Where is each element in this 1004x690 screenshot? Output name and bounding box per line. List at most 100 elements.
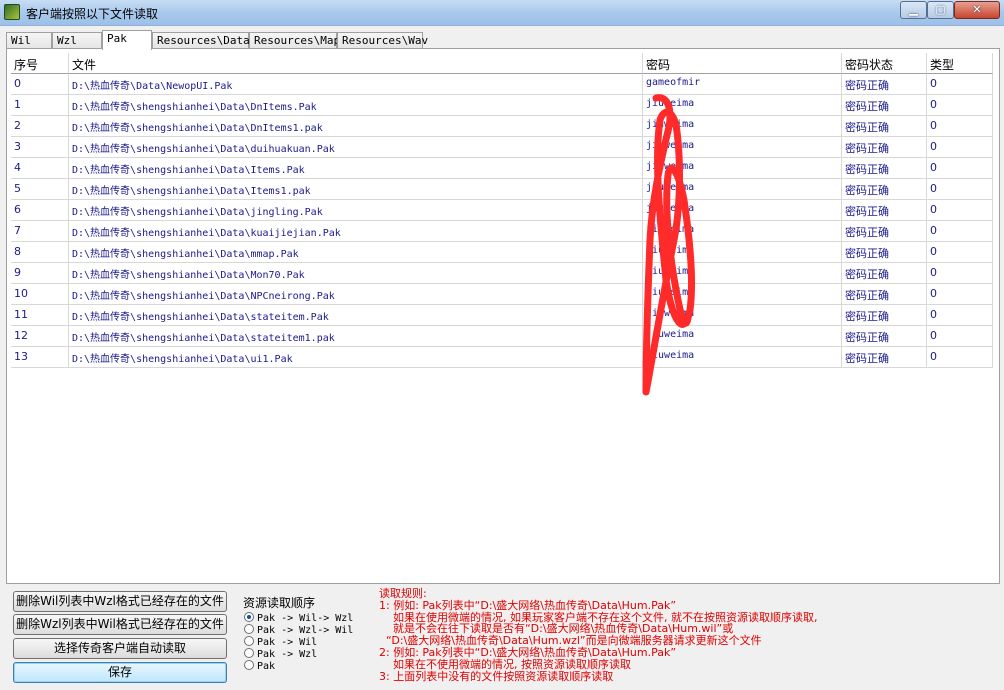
cell-index[interactable]: 12 [11, 326, 69, 347]
cell-password[interactable]: jiuweima [643, 221, 842, 242]
save-button[interactable]: 保存 [13, 662, 227, 683]
header-password[interactable]: 密码 [643, 53, 842, 74]
header-file[interactable]: 文件 [69, 53, 643, 74]
close-button[interactable]: ✕ [954, 1, 1000, 19]
cell-index[interactable]: 9 [11, 263, 69, 284]
cell-index[interactable]: 11 [11, 305, 69, 326]
table-row[interactable]: 0 D:\热血传奇\Data\NewopUI.Pak gameofmir 密码正确 0 [11, 74, 995, 95]
cell-file-path[interactable]: D:\热血传奇\shengshianhei\Data\Mon70.Pak [69, 263, 643, 284]
cell-password[interactable]: jiuweima [643, 305, 842, 326]
tab-resources-data[interactable]: Resources\Data [152, 32, 250, 49]
cell-index[interactable]: 8 [11, 242, 69, 263]
table-row[interactable]: 7 D:\热血传奇\shengshianhei\Data\kuaijiejian.… [11, 221, 995, 242]
table-row[interactable]: 13 D:\热血传奇\shengshianhei\Data\ui1.Pak jiuw… [11, 347, 995, 368]
cell-type[interactable]: 0 [927, 284, 993, 305]
cell-index[interactable]: 5 [11, 179, 69, 200]
table-row[interactable]: 11 D:\热血传奇\shengshianhei\Data\stateitem.P… [11, 305, 995, 326]
table-row[interactable]: 2 D:\热血传奇\shengshianhei\Data\DnItems1.pak… [11, 116, 995, 137]
cell-index[interactable]: 6 [11, 200, 69, 221]
cell-type[interactable]: 0 [927, 326, 993, 347]
table-row[interactable]: 10 D:\热血传奇\shengshianhei\Data\NPCneirong.… [11, 284, 995, 305]
cell-password[interactable]: jiuweima [643, 263, 842, 284]
cell-password-status[interactable]: 密码正确 [842, 284, 927, 305]
cell-file-path[interactable]: D:\热血传奇\shengshianhei\Data\duihuakuan.Pa… [69, 137, 643, 158]
auto-read-client-button[interactable]: 选择传奇客户端自动读取 [13, 638, 227, 659]
cell-password[interactable]: jiuweima [643, 326, 842, 347]
cell-index[interactable]: 7 [11, 221, 69, 242]
cell-password-status[interactable]: 密码正确 [842, 263, 927, 284]
table-row[interactable]: 9 D:\热血传奇\shengshianhei\Data\Mon70.Pak jiu… [11, 263, 995, 284]
cell-password[interactable]: jiuweima [643, 284, 842, 305]
cell-type[interactable]: 0 [927, 347, 993, 368]
cell-file-path[interactable]: D:\热血传奇\shengshianhei\Data\Items1.pak [69, 179, 643, 200]
cell-type[interactable]: 0 [927, 242, 993, 263]
cell-password[interactable]: gameofmir [643, 74, 842, 95]
cell-type[interactable]: 0 [927, 221, 993, 242]
cell-password[interactable]: jiuweima [643, 95, 842, 116]
cell-index[interactable]: 1 [11, 95, 69, 116]
cell-password-status[interactable]: 密码正确 [842, 347, 927, 368]
radio-icon[interactable] [244, 648, 254, 658]
radio-icon[interactable] [244, 636, 254, 646]
cell-file-path[interactable]: D:\热血传奇\Data\NewopUI.Pak [69, 74, 643, 95]
radio-selected-icon[interactable] [244, 612, 254, 622]
cell-password[interactable]: jiuweima [643, 137, 842, 158]
cell-password-status[interactable]: 密码正确 [842, 158, 927, 179]
cell-password-status[interactable]: 密码正确 [842, 221, 927, 242]
header-password-status[interactable]: 密码状态 [842, 53, 927, 74]
cell-password-status[interactable]: 密码正确 [842, 137, 927, 158]
tab-wil[interactable]: Wil [6, 32, 52, 49]
table-row[interactable]: 3 D:\热血传奇\shengshianhei\Data\duihuakuan.P… [11, 137, 995, 158]
cell-file-path[interactable]: D:\热血传奇\shengshianhei\Data\NPCneirong.Pa… [69, 284, 643, 305]
cell-password[interactable]: jiuweima [643, 347, 842, 368]
cell-type[interactable]: 0 [927, 137, 993, 158]
cell-type[interactable]: 0 [927, 263, 993, 284]
cell-password[interactable]: jiuweima [643, 116, 842, 137]
tab-wzl[interactable]: Wzl [52, 32, 102, 49]
table-row[interactable]: 12 D:\热血传奇\shengshianhei\Data\stateitem1.… [11, 326, 995, 347]
cell-password-status[interactable]: 密码正确 [842, 179, 927, 200]
cell-password-status[interactable]: 密码正确 [842, 200, 927, 221]
cell-type[interactable]: 0 [927, 116, 993, 137]
cell-type[interactable]: 0 [927, 179, 993, 200]
cell-index[interactable]: 0 [11, 74, 69, 95]
cell-type[interactable]: 0 [927, 158, 993, 179]
cell-password[interactable]: jiuweima [643, 179, 842, 200]
cell-password-status[interactable]: 密码正确 [842, 95, 927, 116]
header-type[interactable]: 类型 [927, 53, 993, 74]
cell-index[interactable]: 2 [11, 116, 69, 137]
cell-file-path[interactable]: D:\热血传奇\shengshianhei\Data\DnItems.Pak [69, 95, 643, 116]
cell-password-status[interactable]: 密码正确 [842, 74, 927, 95]
cell-type[interactable]: 0 [927, 200, 993, 221]
cell-password[interactable]: jiuweima [643, 200, 842, 221]
table-row[interactable]: 6 D:\热血传奇\shengshianhei\Data\jingling.Pak… [11, 200, 995, 221]
cell-index[interactable]: 10 [11, 284, 69, 305]
table-row[interactable]: 5 D:\热血传奇\shengshianhei\Data\Items1.pak ji… [11, 179, 995, 200]
tab-resources-map[interactable]: Resources\Map [249, 32, 340, 49]
cell-file-path[interactable]: D:\热血传奇\shengshianhei\Data\Items.Pak [69, 158, 643, 179]
order-option-5[interactable]: Pak [244, 660, 275, 673]
cell-password-status[interactable]: 密码正确 [842, 305, 927, 326]
maximize-button[interactable]: ▢ [927, 1, 954, 19]
cell-index[interactable]: 3 [11, 137, 69, 158]
cell-password[interactable]: jiuweima [643, 242, 842, 263]
radio-icon[interactable] [244, 624, 254, 634]
tab-pak[interactable]: Pak [102, 30, 152, 50]
cell-file-path[interactable]: D:\热血传奇\shengshianhei\Data\jingling.Pak [69, 200, 643, 221]
cell-file-path[interactable]: D:\热血传奇\shengshianhei\Data\kuaijiejian.P… [69, 221, 643, 242]
title-bar[interactable]: 客户端按照以下文件读取 ▁ ▢ ✕ [0, 0, 1004, 26]
cell-password-status[interactable]: 密码正确 [842, 242, 927, 263]
cell-file-path[interactable]: D:\热血传奇\shengshianhei\Data\ui1.Pak [69, 347, 643, 368]
table-row[interactable]: 1 D:\热血传奇\shengshianhei\Data\DnItems.Pak j… [11, 95, 995, 116]
cell-index[interactable]: 13 [11, 347, 69, 368]
cell-file-path[interactable]: D:\热血传奇\shengshianhei\Data\DnItems1.pak [69, 116, 643, 137]
minimize-button[interactable]: ▁ [900, 1, 927, 19]
tab-resources-wav[interactable]: Resources\Wav [337, 32, 428, 49]
cell-password-status[interactable]: 密码正确 [842, 116, 927, 137]
cell-file-path[interactable]: D:\热血传奇\shengshianhei\Data\stateitem1.pa… [69, 326, 643, 347]
cell-index[interactable]: 4 [11, 158, 69, 179]
cell-type[interactable]: 0 [927, 95, 993, 116]
cell-file-path[interactable]: D:\热血传奇\shengshianhei\Data\stateitem.Pak [69, 305, 643, 326]
header-index[interactable]: 序号 [11, 53, 69, 74]
delete-wil-duplicates-button[interactable]: 删除Wil列表中Wzl格式已经存在的文件 [13, 591, 227, 612]
